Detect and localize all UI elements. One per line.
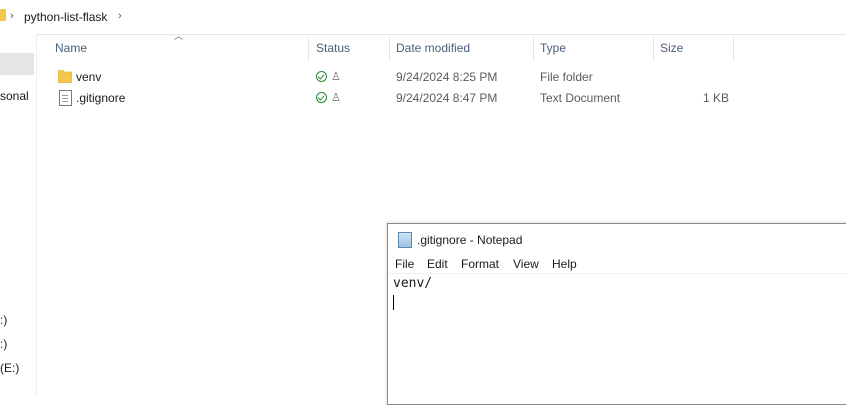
notepad-window[interactable]: .gitignore - Notepad File Edit Format Vi… xyxy=(387,223,846,405)
column-header-type[interactable]: Type xyxy=(534,34,653,62)
column-divider[interactable] xyxy=(733,37,734,61)
navigation-pane: sonal :) :) (E:) xyxy=(0,34,37,396)
notepad-icon xyxy=(398,232,412,248)
file-name: .gitignore xyxy=(76,91,126,105)
file-date: 9/24/2024 8:47 PM xyxy=(396,91,498,105)
menu-help[interactable]: Help xyxy=(552,257,577,271)
column-header-name[interactable]: Name xyxy=(50,34,308,62)
file-row-gitignore[interactable]: .gitignore ♙ 9/24/2024 8:47 PM Text Docu… xyxy=(50,88,736,109)
breadcrumb-python-list-flask[interactable]: python-list-flask xyxy=(24,10,107,24)
file-date: 9/24/2024 8:25 PM xyxy=(396,70,498,84)
file-type: Text Document xyxy=(540,91,621,105)
nav-item-drive-e[interactable]: (E:) xyxy=(0,361,19,375)
file-name: venv xyxy=(76,70,102,84)
file-size: 1 KB xyxy=(703,91,730,105)
shared-person-icon: ♙ xyxy=(331,71,341,83)
file-type: File folder xyxy=(540,70,593,84)
file-row-venv[interactable]: venv ♙ 9/24/2024 8:25 PM File folder xyxy=(50,67,736,88)
notepad-title-bar[interactable]: .gitignore - Notepad xyxy=(388,224,846,254)
notepad-text-area[interactable]: venv/ xyxy=(393,276,432,291)
column-header-name-label: Name xyxy=(55,41,88,55)
chevron-right-icon[interactable]: › xyxy=(10,10,14,22)
menu-file[interactable]: File xyxy=(395,257,414,271)
column-header-size-label: Size xyxy=(660,41,684,55)
column-header-size[interactable]: Size xyxy=(654,34,733,62)
text-file-icon xyxy=(59,90,72,106)
notepad-title: .gitignore - Notepad xyxy=(417,233,523,247)
column-header-type-label: Type xyxy=(540,41,567,55)
nav-item-drive-1[interactable]: :) xyxy=(0,313,7,327)
column-header-date-modified[interactable]: Date modified xyxy=(390,34,533,62)
nav-item-selected[interactable] xyxy=(0,53,34,75)
folder-icon xyxy=(58,70,72,83)
folder-icon xyxy=(0,9,6,21)
chevron-right-icon[interactable]: › xyxy=(118,10,122,22)
notepad-menu-bar: File Edit Format View Help xyxy=(388,255,846,274)
menu-format[interactable]: Format xyxy=(461,257,499,271)
menu-edit[interactable]: Edit xyxy=(427,257,448,271)
sync-ok-icon xyxy=(316,92,327,103)
column-header-status-label: Status xyxy=(316,41,351,55)
sync-ok-icon xyxy=(316,71,327,82)
shared-person-icon: ♙ xyxy=(331,92,341,104)
column-header-status[interactable]: Status xyxy=(309,34,389,62)
text-caret xyxy=(393,295,394,310)
column-header-date-label: Date modified xyxy=(396,41,471,55)
nav-item-onedrive-personal[interactable]: sonal xyxy=(0,89,29,103)
nav-item-drive-2[interactable]: :) xyxy=(0,337,7,351)
menu-view[interactable]: View xyxy=(513,257,539,271)
address-bar[interactable]: › python-list-flask › xyxy=(0,0,846,35)
